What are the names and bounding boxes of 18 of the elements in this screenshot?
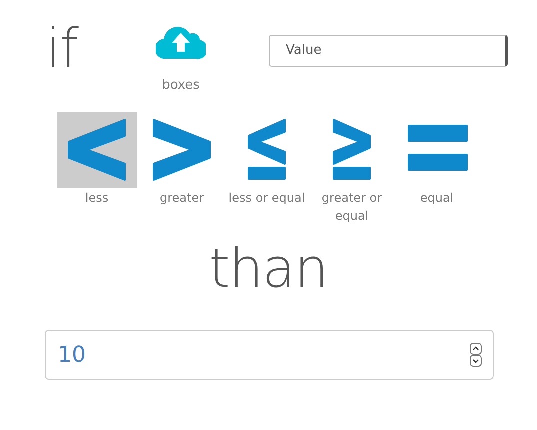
number-field[interactable]: 10 [45,330,494,380]
spinner-icon[interactable] [470,343,482,367]
than-keyword: than [209,242,328,302]
greater-or-equal-icon [333,119,371,180]
less-or-equal-icon [248,119,286,180]
operator-label: greater or equal [320,190,384,225]
greater-than-icon [153,119,211,181]
operator-label: less [85,190,109,207]
operator-tile[interactable] [57,112,137,188]
operator-label: equal [420,190,454,207]
source-label: boxes [162,78,200,93]
equals-icon [408,125,468,171]
cloud-upload-icon[interactable] [156,24,206,60]
operator-label: less or equal [228,190,306,207]
less-than-icon [68,119,126,181]
operator-label: greater [160,190,204,207]
field-dropdown[interactable]: Value [269,35,508,67]
if-keyword: if [46,22,80,76]
